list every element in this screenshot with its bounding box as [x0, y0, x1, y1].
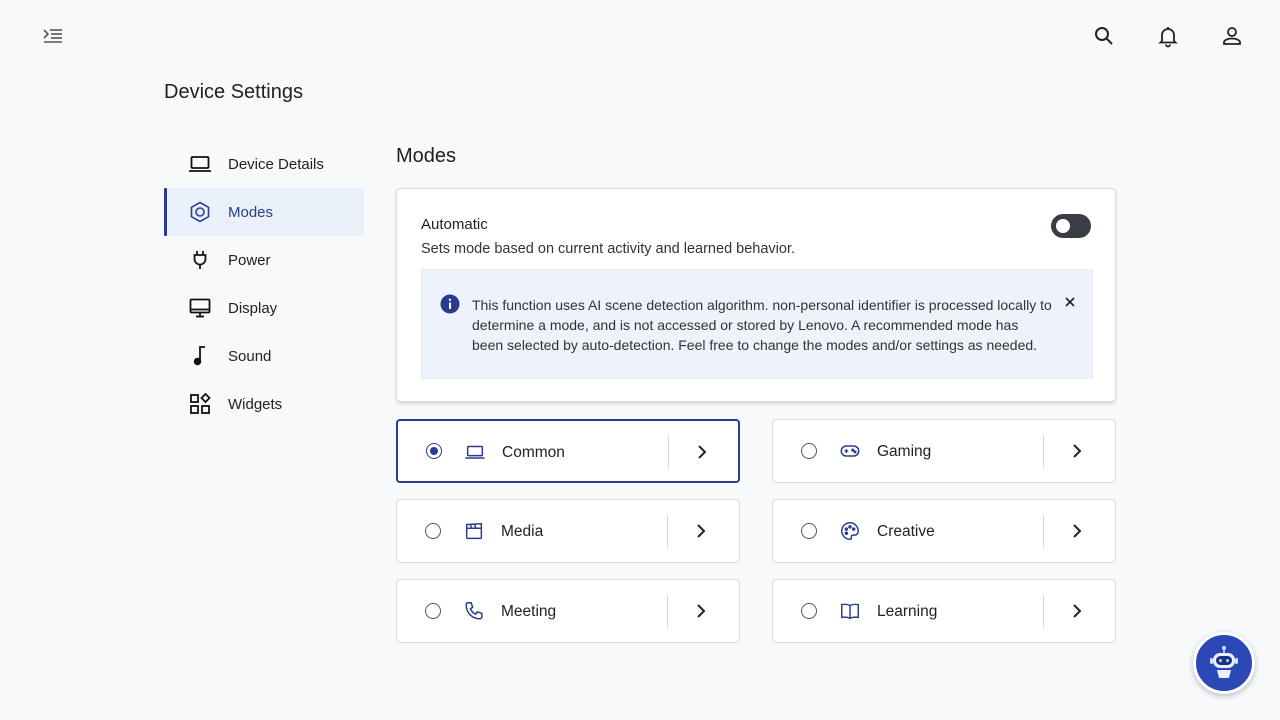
- monitor-icon: [188, 296, 212, 320]
- chevron-right-icon[interactable]: [1069, 602, 1085, 620]
- mode-divider: [667, 514, 668, 548]
- mode-label: Meeting: [501, 603, 557, 620]
- sidebar-item-power[interactable]: Power: [164, 236, 364, 284]
- automatic-description: Sets mode based on current activity and …: [421, 241, 796, 257]
- mode-card-common[interactable]: Common: [396, 419, 740, 483]
- mode-divider: [667, 594, 668, 628]
- hexagon-icon: [188, 200, 212, 224]
- sidebar-item-sound[interactable]: Sound: [164, 332, 364, 380]
- menu-collapse-icon[interactable]: [40, 26, 64, 46]
- laptop-icon: [464, 441, 486, 463]
- info-icon: [440, 294, 460, 314]
- sidebar-item-label: Modes: [228, 203, 274, 221]
- automatic-toggle[interactable]: [1051, 214, 1091, 238]
- mode-divider: [668, 435, 669, 469]
- info-banner: This function uses AI scene detection al…: [421, 269, 1093, 379]
- mode-radio[interactable]: [426, 443, 442, 459]
- book-icon: [839, 600, 861, 622]
- sidebar: Device Details Modes Power Display Sound…: [164, 140, 364, 428]
- mode-label: Learning: [877, 603, 938, 620]
- user-icon[interactable]: [1220, 24, 1244, 48]
- mode-radio[interactable]: [801, 443, 817, 459]
- music-note-icon: [188, 344, 212, 368]
- mode-card-learning[interactable]: Learning: [772, 579, 1116, 643]
- mode-radio[interactable]: [801, 523, 817, 539]
- mode-divider: [1043, 514, 1044, 548]
- sidebar-item-widgets[interactable]: Widgets: [164, 380, 364, 428]
- sidebar-item-modes[interactable]: Modes: [164, 188, 364, 236]
- gamepad-icon: [839, 440, 861, 462]
- info-text: This function uses AI scene detection al…: [472, 297, 1052, 353]
- sidebar-item-label: Sound: [228, 347, 272, 365]
- mode-divider: [1043, 434, 1044, 468]
- sidebar-item-display[interactable]: Display: [164, 284, 364, 332]
- sidebar-item-label: Widgets: [228, 395, 283, 413]
- chevron-right-icon[interactable]: [693, 602, 709, 620]
- section-title: Modes: [396, 145, 457, 167]
- mode-radio[interactable]: [425, 523, 441, 539]
- mode-divider: [1043, 594, 1044, 628]
- bell-icon[interactable]: [1156, 24, 1180, 48]
- mode-label: Creative: [877, 523, 935, 540]
- clapperboard-icon: [463, 520, 485, 542]
- mode-radio[interactable]: [801, 603, 817, 619]
- mode-card-media[interactable]: Media: [396, 499, 740, 563]
- automatic-card: Automatic Sets mode based on current act…: [396, 188, 1116, 402]
- sidebar-item-label: Display: [228, 299, 278, 317]
- plug-icon: [188, 248, 212, 272]
- chevron-right-icon[interactable]: [694, 443, 710, 461]
- automatic-title: Automatic: [421, 216, 488, 233]
- mode-card-gaming[interactable]: Gaming: [772, 419, 1116, 483]
- palette-icon: [839, 520, 861, 542]
- phone-icon: [463, 600, 485, 622]
- sidebar-item-label: Power: [228, 251, 271, 269]
- mode-radio[interactable]: [425, 603, 441, 619]
- widgets-icon: [188, 392, 212, 416]
- mode-label: Gaming: [877, 443, 932, 460]
- page-title: Device Settings: [164, 81, 303, 103]
- robot-icon: [1210, 646, 1238, 678]
- search-icon[interactable]: [1092, 24, 1116, 48]
- mode-card-creative[interactable]: Creative: [772, 499, 1116, 563]
- chevron-right-icon[interactable]: [693, 522, 709, 540]
- chevron-right-icon[interactable]: [1069, 522, 1085, 540]
- sidebar-item-label: Device Details: [228, 155, 324, 173]
- mode-label: Common: [502, 444, 565, 461]
- laptop-icon: [188, 152, 212, 176]
- chevron-right-icon[interactable]: [1069, 442, 1085, 460]
- assistant-button[interactable]: [1193, 632, 1255, 694]
- close-icon[interactable]: [1062, 294, 1078, 310]
- sidebar-item-device-details[interactable]: Device Details: [164, 140, 364, 188]
- mode-card-meeting[interactable]: Meeting: [396, 579, 740, 643]
- mode-label: Media: [501, 523, 544, 540]
